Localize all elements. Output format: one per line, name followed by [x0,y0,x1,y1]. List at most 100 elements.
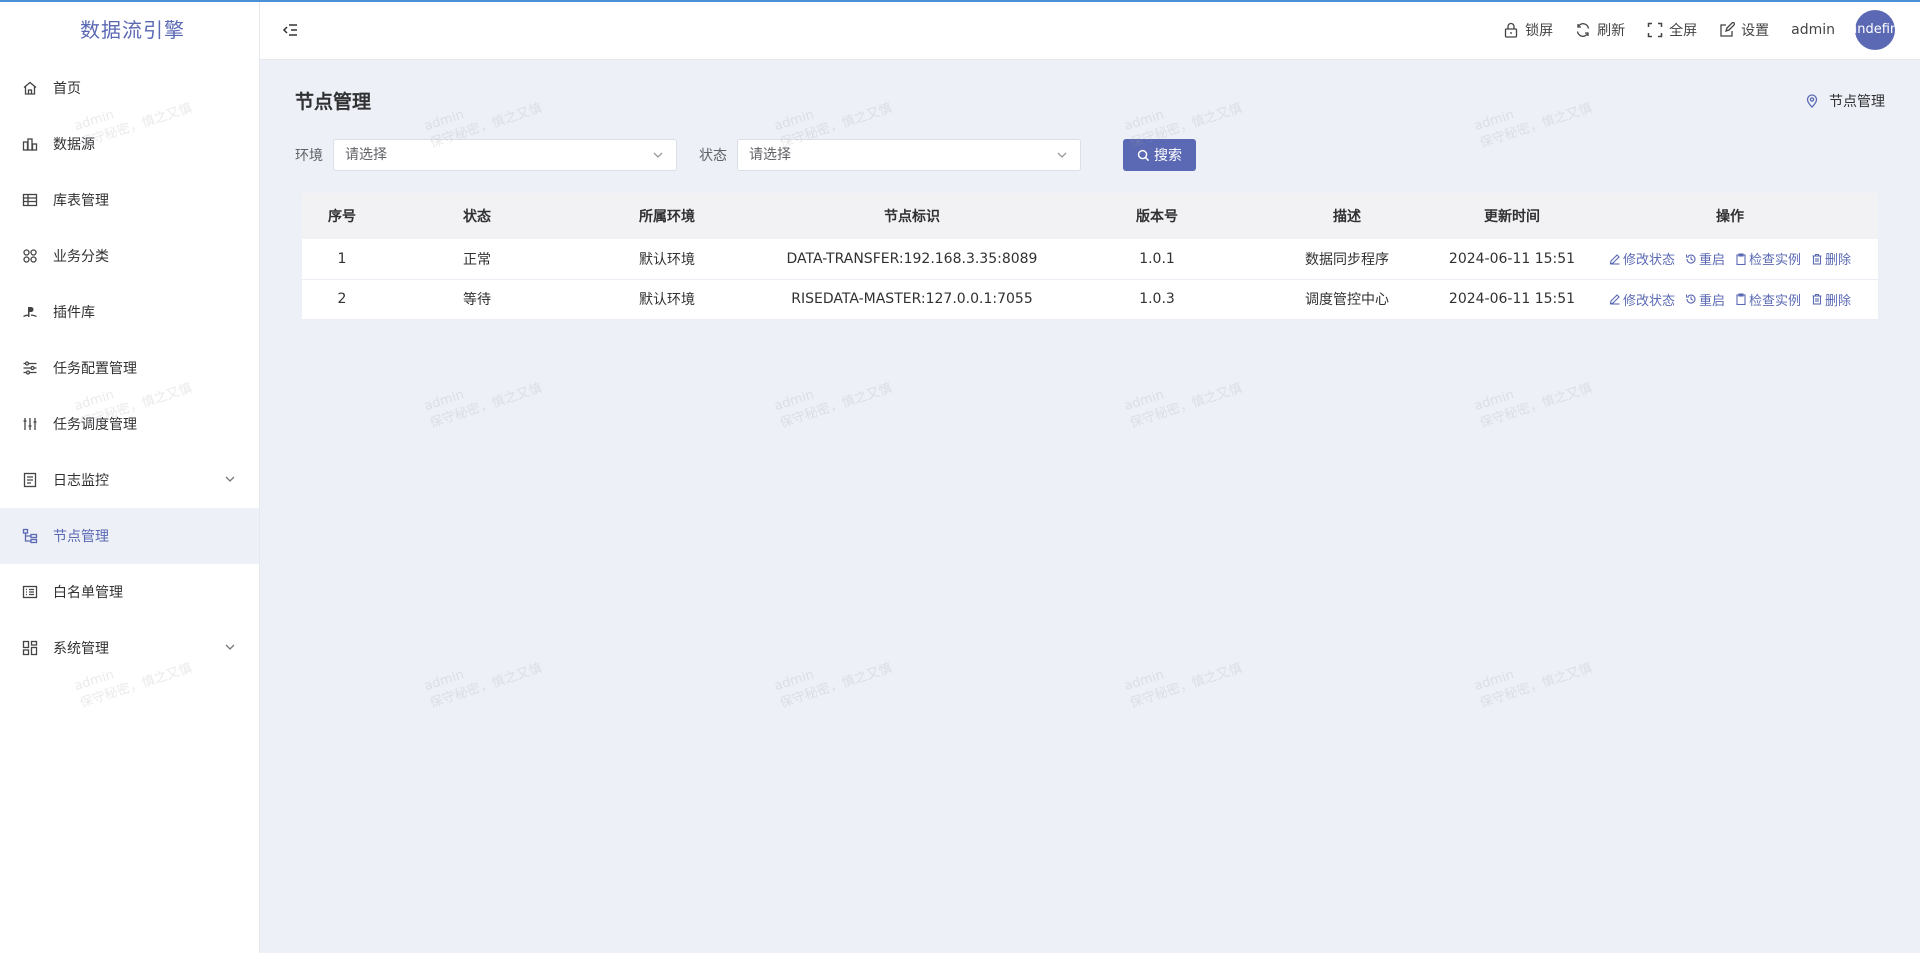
top-accent-line [0,0,1920,2]
settings-button[interactable]: 设置 [1719,20,1769,40]
chevron-down-icon[interactable] [223,640,237,654]
chevron-down-icon[interactable] [223,472,237,486]
status-select[interactable]: 请选择 [737,139,1081,171]
restart-button[interactable]: 重启 [1685,290,1725,309]
cell-description: 数据同步程序 [1252,239,1442,280]
category-icon [21,247,39,265]
inspect-instance-button[interactable]: 检查实例 [1735,249,1801,268]
env-select-placeholder: 请选择 [345,147,387,163]
fullscreen-icon [1647,22,1663,38]
search-button-label: 搜索 [1154,148,1182,164]
cell-env: 默认环境 [572,279,762,320]
column-header[interactable]: 版本号 [1062,193,1252,239]
node-table: 序号 状态 所属环境 节点标识 版本号 描述 更新时间 操作 1 正常 默认环境… [302,193,1878,320]
column-header[interactable]: 描述 [1252,193,1442,239]
env-label: 环境 [295,148,323,164]
column-header[interactable]: 所属环境 [572,193,762,239]
table-icon [21,191,39,209]
fullscreen-button[interactable]: 全屏 [1647,20,1697,40]
fullscreen-label: 全屏 [1669,23,1698,39]
sidebar-item-label: 首页 [53,81,81,97]
cell-status: 正常 [382,239,572,280]
chevron-down-icon [653,152,663,158]
schedule-icon [21,415,39,433]
history-icon [1685,294,1696,304]
top-header: 锁屏 刷新 全屏 设置 admin undefined [260,0,1920,60]
env-select[interactable]: 请选择 [333,139,677,171]
sidebar-item-label: 系统管理 [53,641,109,657]
app-logo-title[interactable]: 数据流引擎 [0,0,259,60]
table-row[interactable]: 2 等待 默认环境 RISEDATA-MASTER:127.0.0.1:7055… [302,279,1878,320]
inspect-instance-button[interactable]: 检查实例 [1735,290,1801,309]
modify-status-button[interactable]: 修改状态 [1609,290,1675,309]
column-header[interactable]: 更新时间 [1442,193,1582,239]
history-icon [1685,254,1696,264]
restart-label: 重启 [1698,253,1725,269]
breadcrumb: 节点管理 [1805,91,1885,111]
column-header[interactable]: 序号 [302,193,382,239]
delete-label: 删除 [1825,253,1852,269]
column-header[interactable]: 节点标识 [762,193,1062,239]
column-header: 操作 [1716,209,1744,225]
search-button[interactable]: 搜索 [1123,139,1196,171]
sidebar-item-datasource[interactable]: 数据源 [0,116,259,172]
refresh-label: 刷新 [1597,23,1626,39]
sidebar-item-system[interactable]: 系统管理 [0,620,259,676]
delete-label: 删除 [1825,293,1852,309]
delete-button[interactable]: 删除 [1811,290,1851,309]
lock-icon [1504,22,1518,38]
node-tree-icon [21,527,39,545]
username[interactable]: admin [1791,22,1835,38]
sliders-icon [21,359,39,377]
sidebar-item-tables[interactable]: 库表管理 [0,172,259,228]
restart-button[interactable]: 重启 [1685,249,1725,268]
lock-label: 锁屏 [1525,23,1554,39]
modify-status-button[interactable]: 修改状态 [1609,249,1675,268]
sidebar-menu: 首页 数据源 库表管理 业务分类 插件库 任务配置管理 任务调度管理 日志监控 … [0,60,259,676]
avatar[interactable]: undefined [1855,10,1895,50]
trash-icon [1812,293,1822,305]
main-content: 节点管理 节点管理 环境 请选择 状态 请选择 搜索 序号 状态 所属环境 节点… [260,60,1920,953]
delete-button[interactable]: 删除 [1811,249,1851,268]
table-row[interactable]: 1 正常 默认环境 DATA-TRANSFER:192.168.3.35:808… [302,239,1878,280]
sidebar-item-label: 白名单管理 [53,585,123,601]
sidebar-item-whitelist[interactable]: 白名单管理 [0,564,259,620]
sidebar-item-label: 业务分类 [53,249,109,265]
cell-updated-time: 2024-06-11 15:51 [1442,279,1582,320]
status-select-placeholder: 请选择 [749,147,791,163]
cell-description: 调度管控中心 [1252,279,1442,320]
sidebar-item-label: 日志监控 [53,473,109,489]
breadcrumb-current[interactable]: 节点管理 [1829,91,1885,111]
sidebar-item-label: 节点管理 [53,529,109,545]
sidebar-item-label: 库表管理 [53,193,109,209]
cell-updated-time: 2024-06-11 15:51 [1442,239,1582,280]
log-icon [21,471,39,489]
column-header[interactable]: 状态 [382,193,572,239]
sidebar-item-task-config[interactable]: 任务配置管理 [0,340,259,396]
sidebar-item-category[interactable]: 业务分类 [0,228,259,284]
cell-actions: 修改状态 重启 检查实例 删除 [1582,279,1878,320]
sidebar-item-node-management[interactable]: 节点管理 [0,508,259,564]
cell-version: 1.0.1 [1062,239,1252,280]
location-pin-icon [1806,94,1818,108]
cell-actions: 修改状态 重启 检查实例 删除 [1582,239,1878,280]
cell-env: 默认环境 [572,239,762,280]
sidebar-item-log-monitor[interactable]: 日志监控 [0,452,259,508]
dashboard-icon [21,639,39,657]
database-icon [21,135,39,153]
refresh-button[interactable]: 刷新 [1575,20,1625,40]
table-header-row: 序号 状态 所属环境 节点标识 版本号 描述 更新时间 操作 [302,193,1878,239]
home-icon [21,79,39,97]
collapse-menu-icon[interactable] [280,20,300,40]
sidebar-item-home[interactable]: 首页 [0,60,259,116]
cell-node-id: RISEDATA-MASTER:127.0.0.1:7055 [762,279,1062,320]
sidebar-item-label: 插件库 [53,305,95,321]
sidebar-item-label: 任务配置管理 [53,361,137,377]
inspect-instance-label: 检查实例 [1749,253,1802,269]
header-toolbar: 锁屏 刷新 全屏 设置 admin undefined [1503,0,1920,60]
lock-screen-button[interactable]: 锁屏 [1503,20,1553,40]
sidebar-item-task-schedule[interactable]: 任务调度管理 [0,396,259,452]
sidebar-item-plugins[interactable]: 插件库 [0,284,259,340]
inspect-instance-label: 检查实例 [1749,293,1802,309]
restart-label: 重启 [1698,293,1725,309]
